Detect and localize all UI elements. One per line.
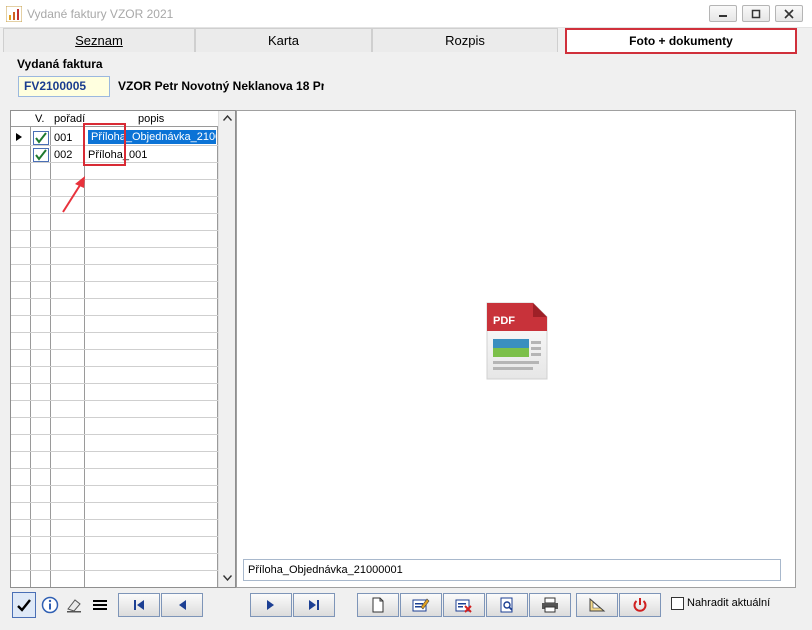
power-close-button[interactable] (619, 593, 661, 617)
info-button[interactable] (40, 595, 60, 615)
grid-row-separator (11, 281, 218, 282)
file-name-field[interactable]: Příloha_Objednávka_21000001 (243, 559, 781, 581)
row-order[interactable]: 002 (54, 148, 84, 162)
edit-document-icon (412, 598, 430, 612)
replace-current-label: Nahradit aktuální (687, 597, 771, 609)
first-record-icon (134, 600, 144, 610)
grid-row-separator (11, 417, 218, 418)
row-checkbox[interactable] (33, 131, 49, 145)
eraser-button[interactable] (64, 595, 84, 615)
close-button[interactable] (775, 5, 803, 22)
close-icon (784, 8, 794, 19)
print-button[interactable] (529, 593, 571, 617)
last-record-icon (309, 600, 319, 610)
grid-row-separator (11, 570, 218, 571)
grid-row-separator (11, 349, 218, 350)
grid-row-separator (11, 400, 218, 401)
scroll-up-arrow-icon[interactable] (223, 115, 232, 121)
preview-document-icon (500, 597, 513, 613)
grid-row-separator (11, 366, 218, 367)
grid-row-separator (11, 434, 218, 435)
tab-seznam[interactable]: Seznam (3, 28, 195, 52)
grid-row-separator (11, 519, 218, 520)
tab-foto-dokumenty[interactable]: Foto + dokumenty (565, 28, 797, 54)
minimize-icon (719, 14, 727, 17)
current-row-pointer-icon (16, 133, 22, 141)
grid-row-separator (11, 179, 218, 180)
grid-row-separator (11, 213, 218, 214)
column-header-description[interactable]: popis (138, 113, 164, 125)
grid-row-separator (11, 247, 218, 248)
first-record-button[interactable] (118, 593, 160, 617)
power-icon (633, 598, 647, 612)
menu-button[interactable] (90, 595, 110, 615)
column-header-order[interactable]: pořadí (54, 113, 85, 125)
tab-rozpis[interactable]: Rozpis (372, 28, 558, 52)
app-chart-icon (6, 6, 22, 22)
grid-row-separator (11, 553, 218, 554)
annotation-highlight-box (83, 123, 126, 166)
grid-row-separator (11, 502, 218, 503)
grid-row-separator (11, 264, 218, 265)
section-label: Vydaná faktura (17, 57, 103, 71)
next-record-icon (267, 600, 274, 610)
grid-row-separator (11, 383, 218, 384)
tab-label: Karta (267, 33, 300, 48)
preview-document-button[interactable] (486, 593, 528, 617)
scroll-down-arrow-icon[interactable] (223, 575, 232, 581)
printer-icon (542, 597, 558, 613)
grid-row-separator (11, 451, 218, 452)
grid-vertical-scrollbar[interactable] (218, 111, 235, 587)
grid-row-separator (11, 332, 218, 333)
maximize-icon (751, 9, 761, 18)
grid-row-separator (11, 536, 218, 537)
grid-row-separator (11, 468, 218, 469)
eraser-icon (67, 599, 81, 613)
checkmark-icon (35, 149, 47, 161)
tools-icon (589, 597, 606, 612)
confirm-button[interactable] (12, 592, 36, 618)
edit-document-button[interactable] (400, 593, 442, 617)
tab-label: Foto + dokumenty (629, 34, 733, 48)
last-record-button[interactable] (293, 593, 335, 617)
document-preview-pane[interactable]: PDF Příloha_Objednávka_21000001 (236, 110, 796, 588)
previous-record-button[interactable] (161, 593, 203, 617)
tab-label: Seznam (75, 33, 123, 48)
checkmark-icon (35, 132, 47, 144)
maximize-button[interactable] (742, 5, 770, 22)
pdf-document-icon: PDF (486, 302, 548, 380)
tools-button[interactable] (576, 593, 618, 617)
tab-strip: Seznam Karta Rozpis Foto + dokumenty (0, 28, 812, 54)
row-order[interactable]: 001 (54, 131, 84, 145)
grid-row-separator (11, 230, 218, 231)
attachments-grid: V. pořadí popis 001 Příloha_Objednávka_2… (10, 110, 236, 588)
annotation-arrow-icon (62, 176, 85, 213)
invoice-number-field[interactable]: FV2100005 (18, 76, 110, 97)
pdf-icon-label: PDF (493, 315, 515, 327)
delete-document-icon (455, 599, 472, 613)
menu-icon (93, 600, 107, 610)
column-header-v[interactable]: V. (35, 113, 44, 125)
info-icon (41, 596, 59, 614)
grid-row-separator (11, 315, 218, 316)
row-checkbox[interactable] (33, 148, 49, 162)
grid-row-separator (11, 485, 218, 486)
customer-name: VZOR Petr Novotný Neklanova 18 Pra (118, 79, 324, 93)
checkmark-icon (17, 599, 31, 612)
tab-label: Rozpis (445, 33, 485, 48)
next-record-button[interactable] (250, 593, 292, 617)
tab-karta[interactable]: Karta (195, 28, 372, 52)
delete-document-button[interactable] (443, 593, 485, 617)
new-document-button[interactable] (357, 593, 399, 617)
grid-row-separator (11, 298, 218, 299)
previous-record-icon (179, 600, 186, 610)
title-bar: Vydané faktury VZOR 2021 (0, 0, 812, 28)
replace-current-checkbox[interactable] (671, 597, 684, 610)
window-title: Vydané faktury VZOR 2021 (27, 7, 174, 21)
new-document-icon (372, 597, 384, 613)
minimize-button[interactable] (709, 5, 737, 22)
grid-row-separator (11, 196, 218, 197)
